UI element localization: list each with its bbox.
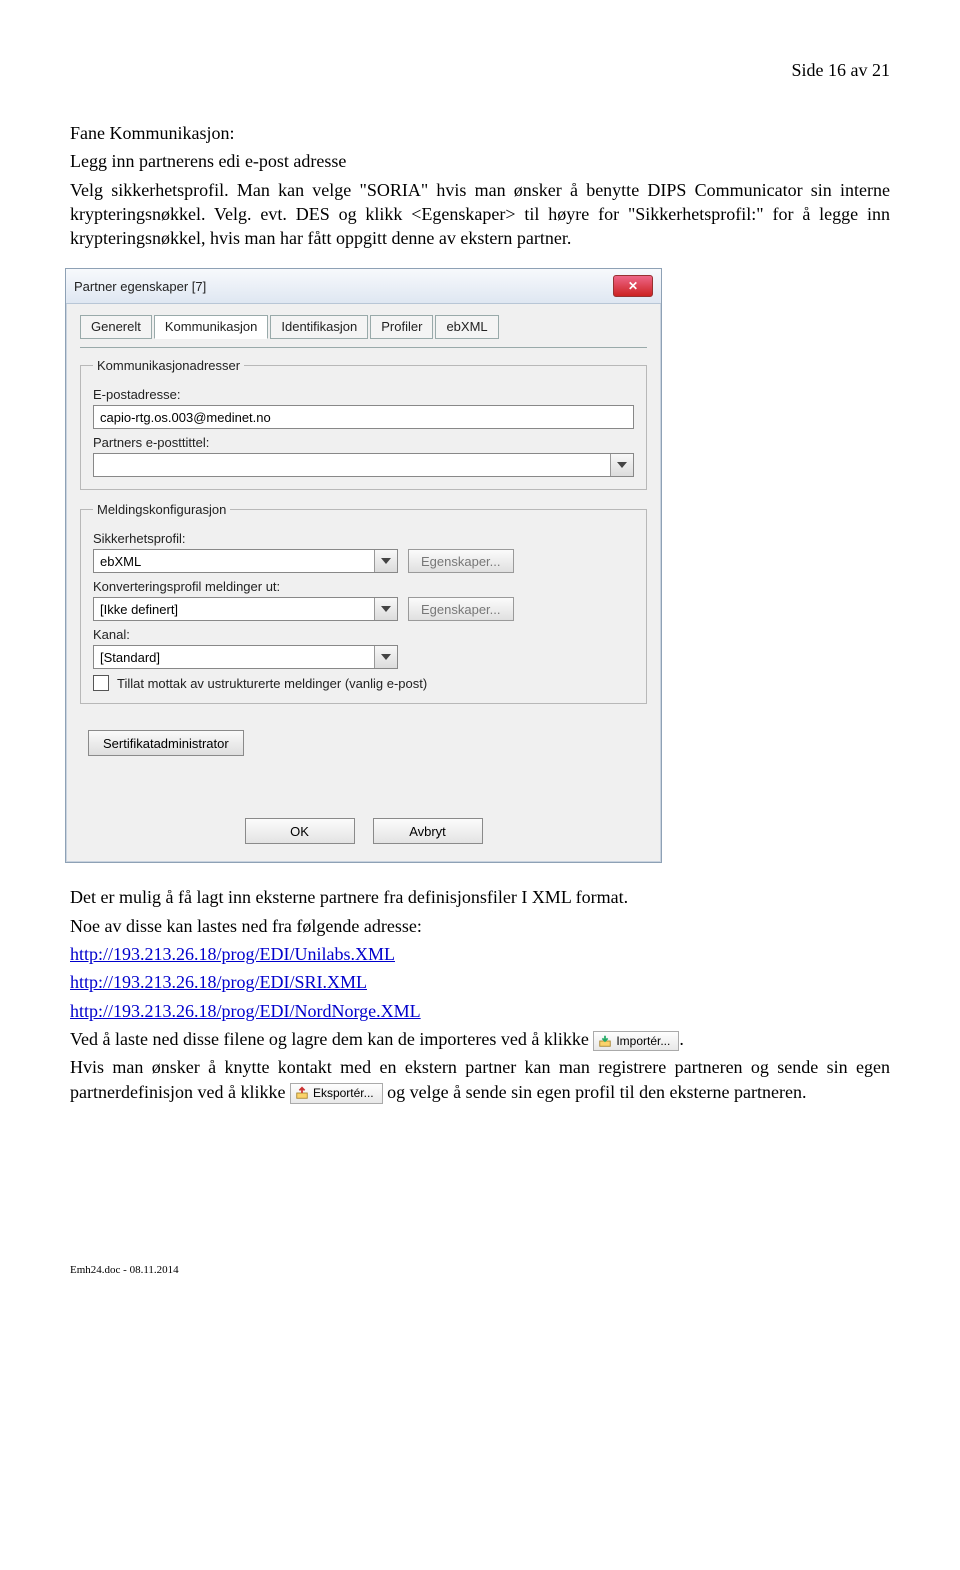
checkbox-tillat-mottak[interactable] — [93, 675, 109, 691]
button-importer-inline[interactable]: Importér... — [593, 1031, 679, 1051]
after-p1: Det er mulig å få lagt inn eksterne part… — [70, 885, 890, 909]
button-eksporter-label: Eksportér... — [313, 1085, 374, 1101]
select-kanal[interactable] — [93, 645, 398, 669]
tab-strip: Generelt Kommunikasjon Identifikasjon Pr… — [80, 314, 647, 338]
input-partners-eposttittel[interactable] — [93, 453, 634, 477]
label-partners-eposttittel: Partners e-posttittel: — [93, 435, 634, 450]
section-heading: Fane Kommunikasjon: — [70, 121, 890, 145]
dropdown-arrow-icon[interactable] — [610, 454, 633, 476]
tab-kommunikasjon[interactable]: Kommunikasjon — [154, 315, 269, 339]
dropdown-arrow-icon[interactable] — [374, 598, 397, 620]
after-p4: Hvis man ønsker å knytte kontakt med en … — [70, 1055, 890, 1104]
dropdown-arrow-icon[interactable] — [374, 646, 397, 668]
button-sertifikatadministrator[interactable]: Sertifikatadministrator — [88, 730, 244, 756]
select-konverteringsprofil[interactable] — [93, 597, 398, 621]
after-p2: Noe av disse kan lastes ned fra følgende… — [70, 914, 890, 938]
tab-identifikasjon[interactable]: Identifikasjon — [270, 315, 368, 339]
link-sri[interactable]: http://193.213.26.18/prog/EDI/SRI.XML — [70, 972, 367, 992]
dropdown-arrow-icon[interactable] — [374, 550, 397, 572]
chevron-down-icon — [617, 462, 627, 468]
close-icon: ✕ — [628, 280, 638, 292]
after-p4-text-b: og velge å sende sin egen profil til den… — [387, 1082, 806, 1102]
chevron-down-icon — [381, 558, 391, 564]
chevron-down-icon — [381, 606, 391, 612]
label-kanal: Kanal: — [93, 627, 634, 642]
button-ok[interactable]: OK — [245, 818, 355, 844]
after-p3-text: Ved å laste ned disse filene og lagre de… — [70, 1029, 593, 1049]
dialog-title: Partner egenskaper [7] — [74, 279, 206, 294]
intro-line-1: Legg inn partnerens edi e-post adresse — [70, 149, 890, 173]
intro-line-2: Velg sikkerhetsprofil. Man kan velge "SO… — [70, 178, 890, 251]
button-egenskaper-konvertering[interactable]: Egenskaper... — [408, 597, 514, 621]
label-konverteringsprofil: Konverteringsprofil meldinger ut: — [93, 579, 634, 594]
page-number: Side 16 av 21 — [70, 60, 890, 81]
tab-ebxml[interactable]: ebXML — [435, 315, 498, 339]
link-unilabs[interactable]: http://193.213.26.18/prog/EDI/Unilabs.XM… — [70, 944, 395, 964]
button-egenskaper-sikkerhet[interactable]: Egenskaper... — [408, 549, 514, 573]
export-icon — [295, 1086, 309, 1100]
select-sikkerhetsprofil[interactable] — [93, 549, 398, 573]
button-importer-label: Importér... — [616, 1033, 670, 1049]
tab-generelt[interactable]: Generelt — [80, 315, 152, 339]
import-icon — [598, 1034, 612, 1048]
group-kommunikasjonadresser-legend: Kommunikasjonadresser — [93, 358, 244, 373]
group-meldingskonfigurasjon: Meldingskonfigurasjon Sikkerhetsprofil: … — [80, 502, 647, 704]
close-button[interactable]: ✕ — [613, 275, 653, 297]
footer-docinfo: Emh24.doc - 08.11.2014 — [70, 1264, 890, 1276]
label-sikkerhetsprofil: Sikkerhetsprofil: — [93, 531, 634, 546]
dialog-titlebar: Partner egenskaper [7] ✕ — [66, 269, 661, 304]
input-epostadresse[interactable] — [93, 405, 634, 429]
label-epostadresse: E-postadresse: — [93, 387, 634, 402]
label-tillat-mottak: Tillat mottak av ustrukturerte meldinger… — [117, 676, 427, 691]
after-p3-suffix: . — [679, 1029, 684, 1049]
partner-properties-dialog: Partner egenskaper [7] ✕ Generelt Kommun… — [65, 268, 662, 863]
button-eksporter-inline[interactable]: Eksportér... — [290, 1083, 383, 1103]
after-p3: Ved å laste ned disse filene og lagre de… — [70, 1027, 890, 1051]
group-meldingskonfigurasjon-legend: Meldingskonfigurasjon — [93, 502, 230, 517]
link-nordnorge[interactable]: http://193.213.26.18/prog/EDI/NordNorge.… — [70, 1001, 421, 1021]
chevron-down-icon — [381, 654, 391, 660]
tab-profiler[interactable]: Profiler — [370, 315, 433, 339]
group-kommunikasjonadresser: Kommunikasjonadresser E-postadresse: Par… — [80, 358, 647, 490]
button-avbryt[interactable]: Avbryt — [373, 818, 483, 844]
